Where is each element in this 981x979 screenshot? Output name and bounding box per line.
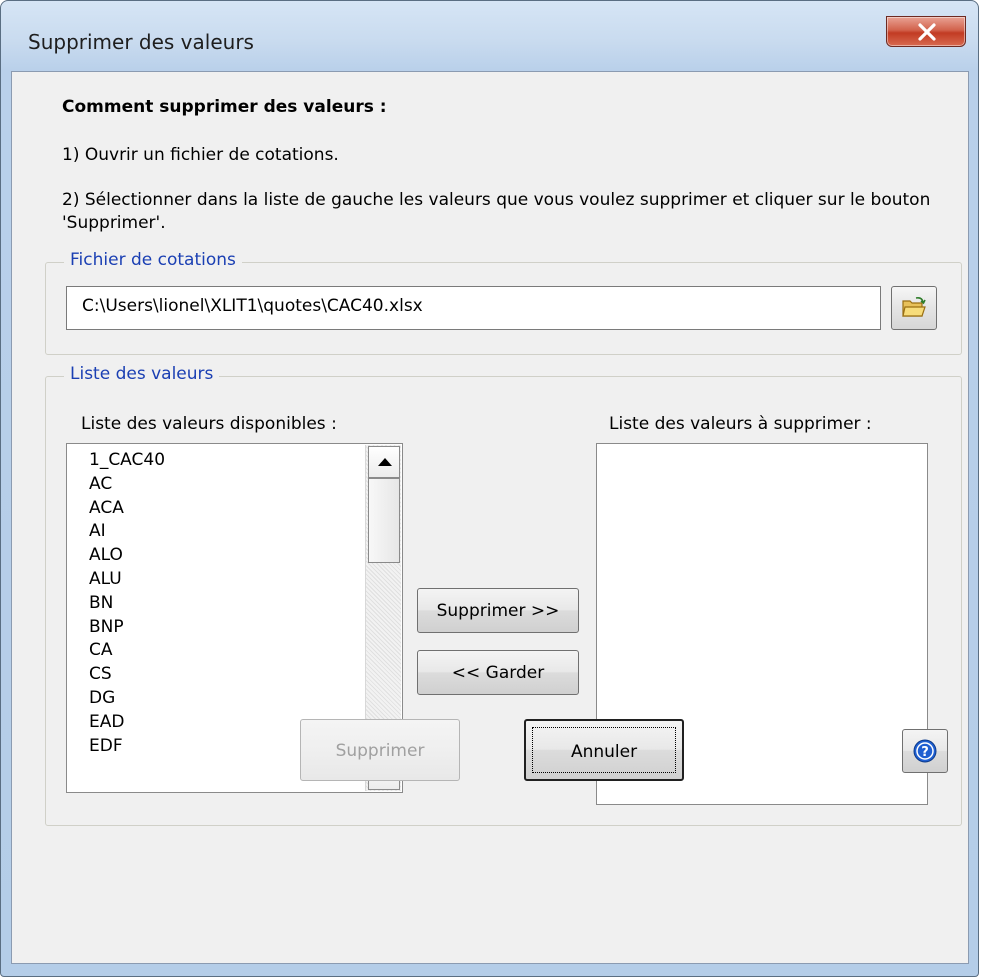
- cancel-button-label: Annuler: [570, 742, 638, 762]
- delete-button[interactable]: Supprimer: [300, 719, 460, 781]
- arrow-up-icon: [378, 458, 392, 466]
- available-list-label: Liste des valeurs disponibles :: [81, 414, 337, 434]
- values-group-label: Liste des valeurs: [64, 364, 220, 384]
- move-to-delete-button[interactable]: Supprimer >>: [417, 588, 579, 633]
- list-item[interactable]: ALU: [67, 567, 363, 591]
- title-bar[interactable]: Supprimer des valeurs: [1, 1, 978, 81]
- list-item[interactable]: AC: [67, 472, 363, 496]
- list-item[interactable]: CS: [67, 662, 363, 686]
- list-item[interactable]: DG: [67, 686, 363, 710]
- instructions-step2: 2) Sélectionner dans la liste de gauche …: [62, 190, 931, 233]
- scroll-up-button[interactable]: [368, 446, 400, 478]
- dialog-window: Supprimer des valeurs Comment supprimer …: [0, 0, 979, 977]
- list-item[interactable]: AI: [67, 519, 363, 543]
- window-title: Supprimer des valeurs: [28, 30, 254, 54]
- values-group: Liste des valeurs Liste des valeurs disp…: [45, 364, 962, 826]
- file-group: Fichier de cotations C:\Users\lionel\XLI…: [45, 250, 962, 355]
- to-delete-list-label: Liste des valeurs à supprimer :: [609, 414, 872, 434]
- list-item[interactable]: BN: [67, 591, 363, 615]
- instructions-heading: Comment supprimer des valeurs :: [62, 97, 387, 117]
- browse-button[interactable]: [891, 286, 937, 330]
- list-item[interactable]: BNP: [67, 615, 363, 639]
- close-button[interactable]: [886, 16, 966, 47]
- file-path-field[interactable]: C:\Users\lionel\XLIT1\quotes\CAC40.xlsx: [66, 286, 881, 330]
- svg-text:?: ?: [921, 745, 929, 760]
- dialog-body: Comment supprimer des valeurs : 1) Ouvri…: [11, 71, 969, 964]
- close-icon: [918, 23, 936, 41]
- list-item[interactable]: 1_CAC40: [67, 448, 363, 472]
- list-item[interactable]: ALO: [67, 543, 363, 567]
- list-item[interactable]: ACA: [67, 496, 363, 520]
- available-items-container: 1_CAC40 AC ACA AI ALO ALU BN BNP CA CS DG EAD EDF: [67, 448, 363, 757]
- cancel-button[interactable]: Annuler: [524, 719, 684, 781]
- instructions-step1: 1) Ouvrir un fichier de cotations.: [62, 145, 339, 165]
- folder-open-icon: [902, 297, 926, 317]
- keep-button[interactable]: << Garder: [417, 650, 579, 695]
- help-button[interactable]: ?: [902, 729, 948, 773]
- scroll-thumb[interactable]: [368, 478, 400, 563]
- file-group-label: Fichier de cotations: [64, 250, 242, 270]
- list-item[interactable]: CA: [67, 638, 363, 662]
- help-icon: ?: [913, 739, 937, 763]
